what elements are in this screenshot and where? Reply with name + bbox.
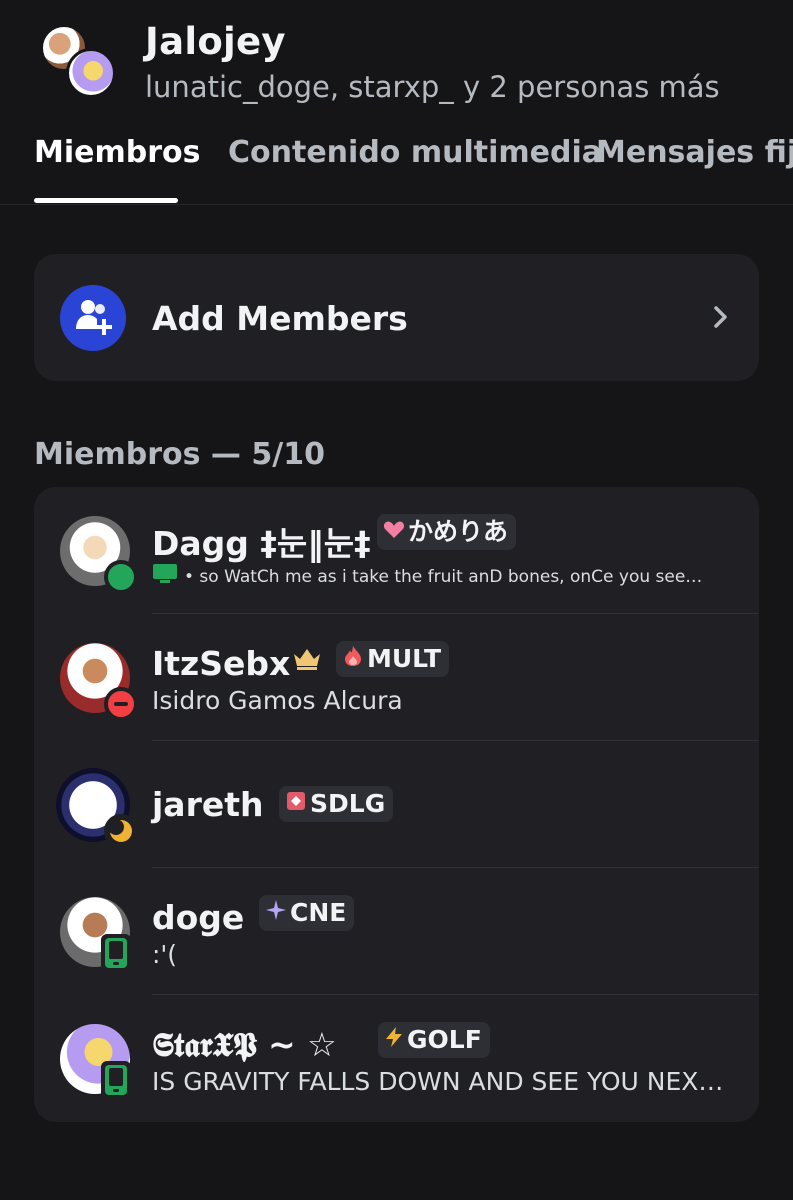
add-user-icon — [60, 285, 126, 351]
server-tag-label: SDLG — [310, 789, 386, 818]
status-dnd-icon — [104, 687, 138, 721]
heart-icon — [383, 514, 405, 550]
status-mobile-icon — [101, 1061, 131, 1099]
server-tag: MULT — [336, 641, 450, 677]
group-subtitle: lunatic_doge, starxp_ y 2 personas más — [145, 70, 720, 104]
chevron-right-icon — [705, 302, 735, 332]
dm-header: Jalojey lunatic_doge, starxp_ y 2 person… — [0, 0, 793, 120]
server-tag: SDLG — [279, 786, 394, 822]
server-tag: GOLF — [378, 1022, 490, 1058]
add-members-label: Add Members — [152, 299, 408, 338]
members-list: Dagg ‡눈‖눈‡ かめりあ • so WatCh me as i take … — [34, 487, 759, 1122]
list-item[interactable]: doge CNE :'( — [34, 868, 759, 995]
server-tag-label: GOLF — [407, 1025, 482, 1054]
members-section-header: Miembros — 5/10 — [34, 437, 325, 472]
desktop-icon — [152, 562, 178, 588]
lightning-icon — [384, 1022, 404, 1058]
server-tag-label: MULT — [367, 644, 442, 673]
tab-bar: Miembros Contenido multimedia Mensajes f… — [0, 130, 793, 205]
group-avatar[interactable] — [40, 24, 116, 98]
status-idle-icon — [104, 814, 138, 848]
list-item[interactable]: Dagg ‡눈‖눈‡ かめりあ • so WatCh me as i take … — [34, 487, 759, 614]
status-online-icon — [104, 560, 138, 594]
server-tag-label: CNE — [290, 898, 347, 927]
status-mobile-icon — [101, 934, 131, 972]
member-activity: :'( — [152, 940, 178, 969]
server-tag: かめりあ — [377, 514, 517, 550]
group-avatar-image — [66, 48, 116, 98]
server-tag: CNE — [259, 895, 355, 931]
group-title: Jalojey — [145, 20, 286, 63]
member-name: Dagg ‡눈‖눈‡ — [152, 524, 371, 563]
tab-members[interactable]: Miembros — [34, 135, 200, 170]
list-item[interactable]: ItzSebx MULT Isidro Gamos Alcura — [34, 614, 759, 741]
tab-pinned[interactable]: Mensajes fijados — [596, 135, 793, 170]
active-tab-indicator — [34, 198, 178, 203]
member-name: 𝕾𝖙𝖆𝖗𝖃𝕻 ~ ☆ — [152, 1025, 337, 1064]
shield-icon — [285, 786, 307, 822]
crown-icon — [292, 646, 322, 670]
member-activity: Isidro Gamos Alcura — [152, 686, 403, 715]
member-name: doge — [152, 898, 245, 937]
member-activity: • so WatCh me as i take the fruit anD bo… — [184, 567, 703, 587]
tab-media[interactable]: Contenido multimedia — [228, 135, 602, 170]
member-activity: IS GRAVITY FALLS DOWN AND SEE YOU NEX… — [152, 1067, 724, 1096]
list-item[interactable]: 𝕾𝖙𝖆𝖗𝖃𝕻 ~ ☆ GOLF IS GRAVITY FALLS DOWN AN… — [34, 995, 759, 1122]
member-name: ItzSebx — [152, 644, 291, 683]
list-item[interactable]: jareth SDLG — [34, 741, 759, 868]
sparkle-icon — [265, 895, 287, 931]
server-tag-label: かめりあ — [408, 517, 509, 546]
add-members-button[interactable]: Add Members — [34, 254, 759, 381]
member-name: jareth — [152, 785, 264, 824]
fire-icon — [342, 641, 364, 677]
